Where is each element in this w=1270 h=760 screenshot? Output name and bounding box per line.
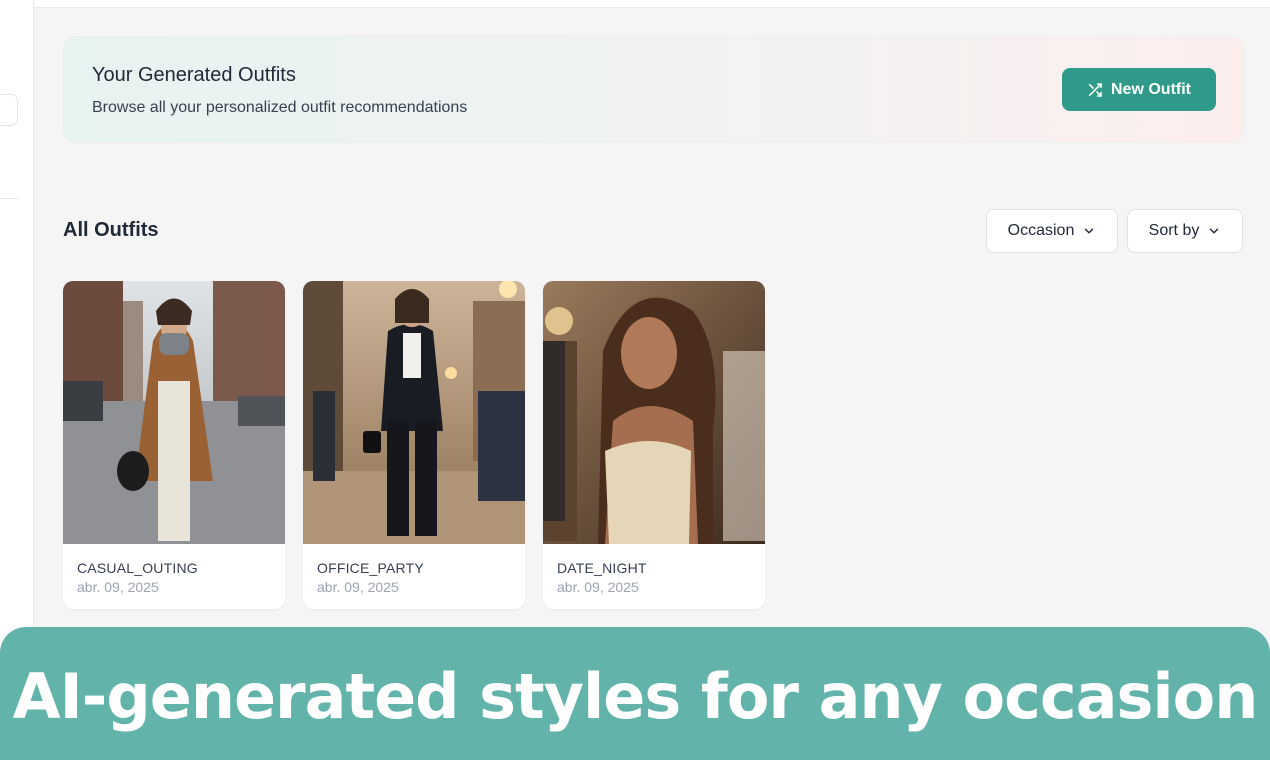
- sidebar-item-fragment[interactable]: [0, 94, 18, 126]
- outfit-occasion: OFFICE_PARTY: [317, 560, 424, 576]
- outfit-card[interactable]: OFFICE_PARTY abr. 09, 2025: [303, 281, 525, 609]
- sort-by-label: Sort by: [1148, 222, 1200, 239]
- promo-banner-text: AI-generated styles for any occasion: [12, 660, 1259, 733]
- outfit-card[interactable]: CASUAL_OUTING abr. 09, 2025: [63, 281, 285, 609]
- outfit-date: abr. 09, 2025: [317, 579, 399, 595]
- new-outfit-button[interactable]: New Outfit: [1062, 68, 1216, 111]
- chevron-down-icon: [1210, 228, 1219, 234]
- shuffle-icon: [1088, 82, 1102, 97]
- sidebar-divider: [0, 198, 18, 199]
- new-outfit-label: New Outfit: [1111, 80, 1191, 98]
- outfit-photo-casual: [63, 281, 285, 544]
- outfit-photo-date: [543, 281, 765, 544]
- promo-banner: AI-generated styles for any occasion: [0, 627, 1270, 760]
- outfit-occasion: CASUAL_OUTING: [77, 560, 198, 576]
- outfit-occasion: DATE_NIGHT: [557, 560, 647, 576]
- chevron-down-icon: [1085, 228, 1094, 234]
- page-title: Your Generated Outfits: [92, 64, 296, 86]
- occasion-filter-dropdown[interactable]: Occasion: [986, 209, 1118, 253]
- hero-card: Your Generated Outfits Browse all your p…: [63, 36, 1244, 143]
- section-title: All Outfits: [63, 219, 159, 241]
- occasion-filter-label: Occasion: [1007, 222, 1075, 239]
- outfit-card[interactable]: DATE_NIGHT abr. 09, 2025: [543, 281, 765, 609]
- outfit-date: abr. 09, 2025: [557, 579, 639, 595]
- outfit-date: abr. 09, 2025: [77, 579, 159, 595]
- sort-by-dropdown[interactable]: Sort by: [1127, 209, 1243, 253]
- page-subtitle: Browse all your personalized outfit reco…: [92, 99, 468, 116]
- top-bar: [34, 0, 1270, 8]
- outfit-photo-office: [303, 281, 525, 544]
